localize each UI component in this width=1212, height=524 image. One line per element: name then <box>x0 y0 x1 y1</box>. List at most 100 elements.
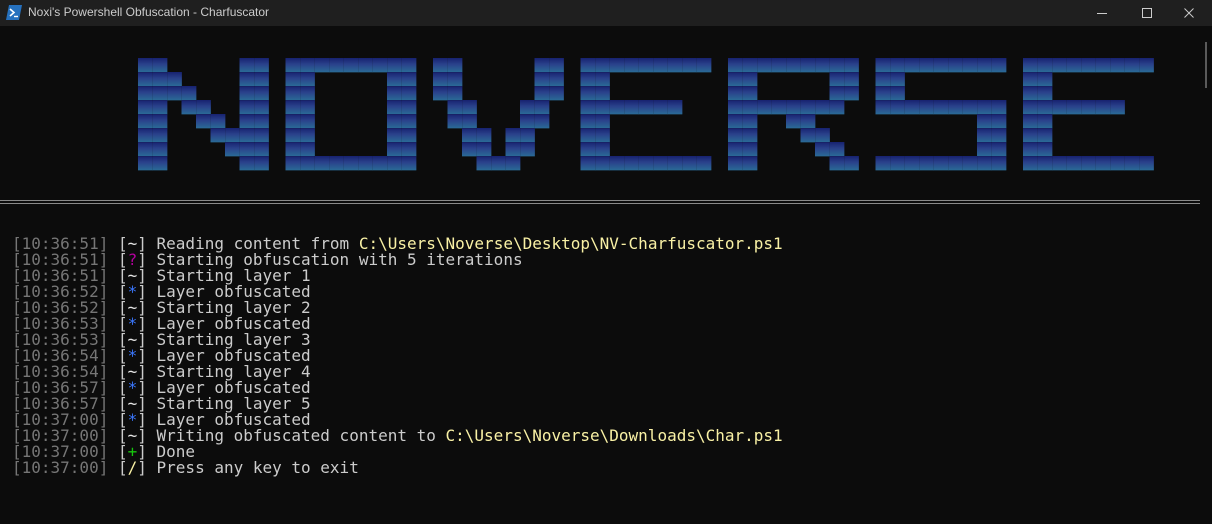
banner-block <box>285 114 301 129</box>
banner-block <box>638 100 654 115</box>
banner-block <box>254 142 269 157</box>
banner-block <box>875 72 891 87</box>
banner-block <box>1095 156 1111 171</box>
banner-block <box>300 142 315 157</box>
banner-block <box>682 156 697 171</box>
banner-block <box>800 58 816 73</box>
banner-block <box>1110 100 1125 115</box>
banner-block <box>239 86 255 101</box>
banner-block <box>728 128 743 143</box>
banner-block <box>624 100 639 115</box>
banner-block <box>314 58 330 73</box>
banner-block <box>786 100 801 115</box>
banner-block <box>343 156 359 171</box>
banner-block <box>991 128 1007 143</box>
banner-block <box>991 156 1007 171</box>
banner-block <box>1037 156 1053 171</box>
banner-block <box>728 58 743 73</box>
banner-block <box>580 72 596 87</box>
banner-block <box>534 114 550 129</box>
banner-block <box>609 100 625 115</box>
banner-block <box>285 142 301 157</box>
banner-block <box>239 142 255 157</box>
banner-block <box>904 58 920 73</box>
banner-block <box>447 86 463 101</box>
banner-block <box>1023 128 1038 143</box>
close-button[interactable] <box>1166 0 1212 26</box>
maximize-button[interactable] <box>1124 0 1170 26</box>
banner-block <box>300 100 315 115</box>
banner-block <box>285 72 301 87</box>
banner-block <box>372 58 388 73</box>
banner-block <box>653 156 668 171</box>
banner-block <box>254 72 269 87</box>
banner-block <box>285 128 301 143</box>
banner-block <box>991 114 1007 129</box>
banner-block <box>815 128 830 143</box>
banner-block <box>742 100 758 115</box>
banner-block <box>152 142 168 157</box>
banner-block <box>285 86 301 101</box>
banner-block <box>991 100 1007 115</box>
banner-block <box>1139 58 1154 73</box>
banner-block <box>815 58 830 73</box>
banner-block <box>1037 128 1053 143</box>
banner-block <box>844 156 859 171</box>
banner-block <box>595 114 610 129</box>
banner-block <box>138 142 153 157</box>
banner-block <box>757 100 772 115</box>
banner-block <box>462 128 477 143</box>
banner-block <box>977 156 992 171</box>
vertical-scrollbar[interactable] <box>1200 26 1212 524</box>
banner-block <box>285 58 301 73</box>
banner-block <box>433 72 448 87</box>
scroll-thumb[interactable] <box>1205 42 1207 88</box>
banner-block <box>476 156 492 171</box>
banner-block <box>829 86 845 101</box>
banner-block <box>1124 58 1140 73</box>
banner-block <box>667 100 683 115</box>
banner-block <box>728 114 743 129</box>
banner-block <box>534 86 550 101</box>
banner-block <box>580 114 596 129</box>
banner-block <box>447 100 463 115</box>
banner-block <box>433 58 448 73</box>
banner-block <box>254 128 269 143</box>
banner-block <box>534 58 550 73</box>
banner-block <box>1037 142 1053 157</box>
maximize-icon <box>1142 8 1152 18</box>
banner-block <box>800 100 816 115</box>
title-bar[interactable]: Noxi's Powershell Obfuscation - Charfusc… <box>0 0 1212 26</box>
banner-block <box>624 156 639 171</box>
banner-block <box>991 58 1007 73</box>
banner-block <box>285 156 301 171</box>
banner-block <box>595 142 610 157</box>
banner-block <box>1066 100 1082 115</box>
banner-block <box>742 142 758 157</box>
banner-block <box>505 128 521 143</box>
banner-block <box>595 86 610 101</box>
banner-block <box>742 72 758 87</box>
banner-block <box>991 142 1007 157</box>
banner-block <box>742 58 758 73</box>
banner-block <box>757 58 772 73</box>
banner-block <box>1124 156 1140 171</box>
banner-block <box>152 86 168 101</box>
banner-block <box>829 156 845 171</box>
banner-block <box>1081 100 1096 115</box>
minimize-button[interactable] <box>1079 0 1125 26</box>
banner-block <box>742 156 758 171</box>
banner-block <box>580 128 596 143</box>
banner-block <box>595 100 610 115</box>
banner-block <box>815 142 830 157</box>
banner-block <box>401 58 417 73</box>
banner-block <box>771 100 787 115</box>
banner-block <box>890 72 905 87</box>
banner-block <box>933 100 949 115</box>
banner-block <box>387 86 402 101</box>
banner-block <box>401 156 417 171</box>
close-icon <box>1184 8 1194 18</box>
banner-block <box>462 142 477 157</box>
banner-block <box>520 100 535 115</box>
banner-block <box>505 142 521 157</box>
